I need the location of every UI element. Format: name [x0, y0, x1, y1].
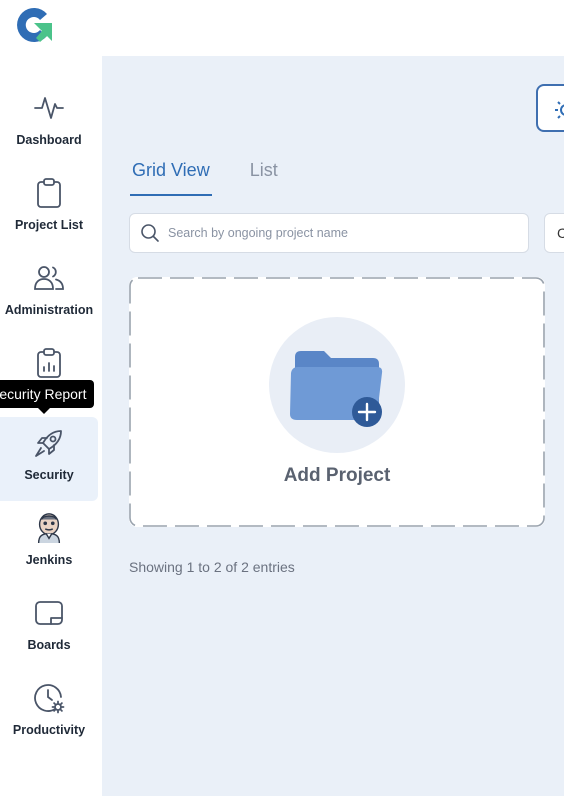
sidebar-item-label: Dashboard — [16, 133, 82, 147]
sidebar: Dashboard Project List Administration Se… — [0, 56, 102, 796]
search-icon — [141, 224, 159, 242]
filter-select[interactable]: C — [544, 213, 564, 253]
tab-grid-view[interactable]: Grid View — [130, 156, 212, 196]
clipboard-chart-icon — [33, 347, 65, 379]
clipboard-icon — [33, 177, 65, 209]
add-project-card[interactable]: Add Project — [129, 277, 545, 527]
clock-gear-icon — [33, 682, 65, 714]
activity-icon — [33, 92, 65, 124]
sun-icon — [555, 101, 564, 119]
tooltip-arrow — [37, 407, 51, 414]
sidebar-item-administration[interactable]: Administration — [0, 252, 98, 336]
board-icon — [33, 597, 65, 629]
sidebar-item-boards[interactable]: Boards — [0, 587, 98, 671]
users-icon — [33, 262, 65, 294]
sidebar-item-security[interactable]: Security — [0, 417, 98, 501]
pagination-info: Showing 1 to 2 of 2 entries — [129, 559, 295, 575]
sidebar-item-label: Boards — [27, 638, 71, 652]
top-bar — [0, 0, 564, 56]
sidebar-item-label: Security — [24, 468, 74, 482]
rocket-icon — [33, 427, 65, 459]
add-project-label: Add Project — [283, 465, 391, 486]
sidebar-item-label: Project List — [14, 218, 84, 232]
sidebar-item-dashboard[interactable]: Dashboard — [0, 82, 98, 166]
sidebar-item-label: Productivity — [12, 723, 86, 737]
tab-list[interactable]: List — [248, 156, 280, 196]
security-report-tooltip: Security Report — [0, 380, 95, 408]
add-project-icon-circle — [269, 317, 405, 453]
view-tabs: Grid View List — [130, 156, 316, 196]
sidebar-item-productivity[interactable]: Productivity — [0, 672, 98, 756]
sidebar-item-label: Administration — [4, 303, 94, 317]
app-logo[interactable] — [14, 4, 56, 44]
search-input[interactable] — [168, 226, 508, 240]
sidebar-item-project-list[interactable]: Project List — [0, 167, 98, 251]
folder-add-icon — [290, 351, 383, 427]
top-action-button[interactable] — [536, 84, 564, 132]
sidebar-item-label: Jenkins — [25, 553, 73, 567]
search-box — [129, 213, 529, 253]
jenkins-icon — [33, 512, 65, 544]
main-content: Grid View List C Add Project Showing 1 t… — [102, 56, 564, 796]
sidebar-item-jenkins[interactable]: Jenkins — [0, 502, 98, 586]
